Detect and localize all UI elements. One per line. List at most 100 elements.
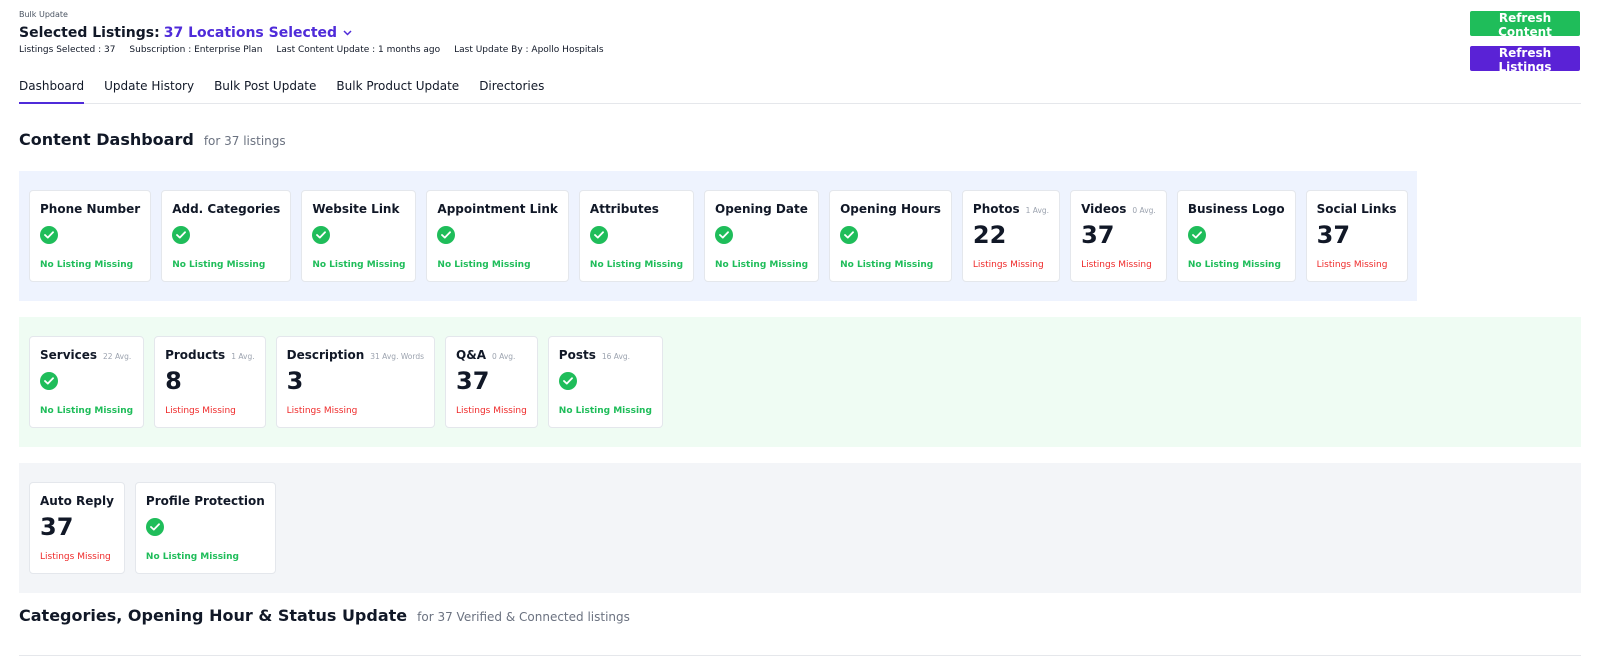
metric-card-phone-number[interactable]: Phone Number No Listing Missing	[29, 190, 152, 282]
metric-card-q-a[interactable]: Q&A 0 Avg. 37 Listings Missing	[445, 336, 538, 428]
metric-card-title: Phone Number	[40, 202, 141, 216]
metric-card-count: 3	[286, 367, 304, 395]
metric-card-average: 0 Avg.	[1132, 206, 1156, 215]
metric-card-count: 37	[1081, 221, 1115, 249]
meta-listings-selected: Listings Selected : 37	[19, 45, 116, 55]
title-prefix: Selected Listings:	[19, 25, 160, 41]
metric-card-title: Services	[40, 348, 98, 362]
listing-meta: Listings Selected : 37 Subscription : En…	[19, 45, 1579, 55]
status-ok-text: No Listing Missing	[589, 260, 684, 270]
breadcrumb: Bulk Update	[19, 10, 68, 19]
meta-last-content-update: Last Content Update : 1 months ago	[276, 45, 441, 55]
metric-card-business-logo[interactable]: Business Logo No Listing Missing	[1176, 190, 1296, 282]
metric-card-add-categories[interactable]: Add. Categories No Listing Missing	[161, 190, 292, 282]
status-ok-text: No Listing Missing	[840, 260, 934, 270]
tab-directories[interactable]: Directories	[479, 79, 544, 104]
metric-card-photos[interactable]: Photos 1 Avg. 22 Listings Missing	[961, 190, 1061, 282]
metric-card-header: Profile Protection	[146, 494, 265, 508]
check-circle-icon	[312, 226, 331, 244]
tab-bulk-post-update[interactable]: Bulk Post Update	[214, 79, 316, 104]
metric-card-profile-protection[interactable]: Profile Protection No Listing Missing	[134, 482, 276, 574]
profile-fields-panel: Phone Number No Listing Missing Add. Categ…	[19, 171, 1417, 301]
refresh-content-button[interactable]: Refresh Content	[1470, 11, 1580, 39]
metric-card-title: Q&A	[456, 348, 486, 362]
metric-card-attributes[interactable]: Attributes No Listing Missing	[578, 190, 695, 282]
metric-card-average: 16 Avg.	[601, 352, 631, 361]
metric-card-title: Posts	[558, 348, 596, 362]
chevron-down-icon[interactable]	[343, 28, 352, 39]
status-ok-text: No Listing Missing	[312, 260, 406, 270]
metric-card-opening-date[interactable]: Opening Date No Listing Missing	[704, 190, 820, 282]
metric-card-title: Attributes	[589, 202, 659, 216]
status-ok-text: No Listing Missing	[558, 406, 652, 416]
status-missing-text: Listings Missing	[286, 406, 358, 416]
metric-card-header: Videos 0 Avg.	[1081, 202, 1156, 216]
tab-update-history[interactable]: Update History	[104, 79, 194, 104]
status-ok-text: No Listing Missing	[172, 260, 266, 270]
status-ok-text: No Listing Missing	[145, 552, 239, 562]
metric-card-header: Opening Hours	[840, 202, 941, 216]
metric-card-average: 1 Avg.	[231, 352, 255, 361]
status-missing-text: Listings Missing	[972, 260, 1044, 270]
metric-card-auto-reply[interactable]: Auto Reply 37 Listings Missing	[29, 482, 125, 574]
check-circle-icon	[589, 226, 608, 244]
status-ok-text: No Listing Missing	[715, 260, 809, 270]
status-ok-text: No Listing Missing	[1187, 260, 1281, 270]
metric-card-posts[interactable]: Posts 16 Avg. No Listing Missing	[547, 336, 663, 428]
section-divider	[19, 655, 1581, 656]
metric-card-social-links[interactable]: Social Links 37 Listings Missing	[1305, 190, 1408, 282]
metric-card-header: Appointment Link	[437, 202, 558, 216]
metric-card-title: Videos	[1081, 202, 1127, 216]
metric-card-header: Attributes	[590, 202, 683, 216]
content-dashboard-heading: Content Dashboard for 37 listings	[19, 130, 286, 149]
protection-fields-panel: Auto Reply 37 Listings Missing Profile Prot…	[19, 463, 1581, 593]
check-circle-icon	[40, 372, 58, 390]
locations-selector[interactable]: 37 Locations Selected	[164, 25, 337, 41]
status-missing-text: Listings Missing	[1081, 260, 1152, 270]
check-circle-icon	[172, 226, 191, 244]
metric-card-opening-hours[interactable]: Opening Hours No Listing Missing	[829, 190, 952, 282]
check-circle-icon	[40, 226, 58, 244]
meta-subscription: Subscription : Enterprise Plan	[129, 45, 263, 55]
metric-card-header: Add. Categories	[172, 202, 280, 216]
metric-card-title: Auto Reply	[40, 494, 114, 508]
metric-card-videos[interactable]: Videos 0 Avg. 37 Listings Missing	[1070, 190, 1167, 282]
status-missing-text: Listings Missing	[40, 552, 111, 562]
content-fields-panel: Services 22 Avg. No Listing Missing Product…	[19, 317, 1581, 447]
meta-last-update-by: Last Update By : Apollo Hospitals	[454, 45, 604, 55]
check-circle-icon	[558, 372, 577, 390]
metric-card-count: 37	[40, 513, 74, 541]
metric-card-appointment-link[interactable]: Appointment Link No Listing Missing	[426, 190, 569, 282]
metric-card-header: Posts 16 Avg.	[559, 348, 652, 362]
status-ok-text: No Listing Missing	[40, 260, 134, 270]
metric-card-title: Business Logo	[1187, 202, 1285, 216]
metric-card-website-link[interactable]: Website Link No Listing Missing	[301, 190, 417, 282]
metric-card-average: 22 Avg.	[103, 352, 132, 361]
tab-dashboard[interactable]: Dashboard	[19, 79, 85, 104]
metric-card-products[interactable]: Products 1 Avg. 8 Listings Missing	[154, 336, 266, 428]
metric-card-header: Website Link	[312, 202, 405, 216]
page-title: Selected Listings: 37 Locations Selected	[19, 25, 1579, 41]
metric-card-title: Profile Protection	[145, 494, 265, 508]
metric-card-title: Appointment Link	[437, 202, 558, 216]
content-dashboard-subtitle: for 37 listings	[203, 134, 286, 148]
metric-card-count: 22	[972, 221, 1007, 249]
metric-card-average: 1 Avg.	[1025, 206, 1050, 215]
refresh-listings-button[interactable]: Refresh Listings	[1470, 46, 1580, 74]
metric-card-header: Social Links	[1317, 202, 1397, 216]
metric-card-title: Add. Categories	[172, 202, 281, 216]
metric-card-count: 37	[456, 367, 490, 395]
status-ok-text: No Listing Missing	[437, 260, 531, 270]
page-header: Bulk Update Selected Listings: 37 Locati…	[19, 10, 1579, 55]
metric-card-title: Opening Hours	[840, 202, 941, 216]
categories-subtitle: for 37 Verified & Connected listings	[417, 610, 630, 624]
metric-card-header: Products 1 Avg.	[165, 348, 255, 362]
metric-card-services[interactable]: Services 22 Avg. No Listing Missing	[29, 336, 145, 428]
metric-card-description[interactable]: Description 31 Avg. Words 3 Listings Missin…	[275, 336, 436, 428]
status-missing-text: Listings Missing	[165, 406, 236, 416]
metric-card-title: Opening Date	[715, 202, 808, 216]
metric-card-header: Business Logo	[1188, 202, 1285, 216]
metric-card-header: Photos 1 Avg.	[973, 202, 1049, 216]
metric-card-header: Auto Reply	[40, 494, 114, 508]
tab-bulk-product-update[interactable]: Bulk Product Update	[336, 79, 459, 104]
